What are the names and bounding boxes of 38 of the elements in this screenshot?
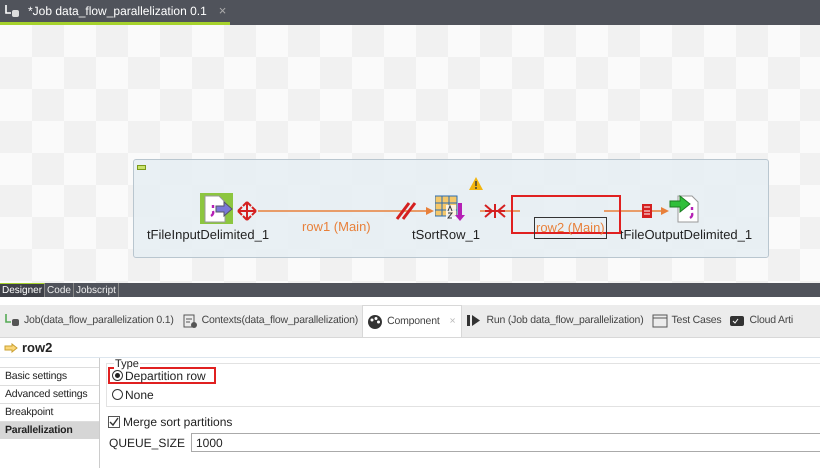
component-label: tFileInputDelimited_1: [146, 226, 270, 244]
job-icon: [4, 4, 20, 18]
warning-icon: [469, 177, 483, 190]
link-line[interactable]: [258, 207, 434, 215]
radio-option[interactable]: None: [108, 386, 158, 403]
view-tab[interactable]: Designer: [0, 283, 46, 297]
group-title: Type: [114, 358, 140, 370]
settings-menu-item[interactable]: Parallelization: [0, 421, 99, 439]
component-tab-icon: [367, 314, 384, 330]
run-tab-icon: [466, 313, 482, 329]
panel-tab[interactable]: Job(data_flow_parallelization 0.1): [0, 305, 178, 337]
partition-slash-icon[interactable]: [395, 201, 417, 221]
queue-size-field[interactable]: 1000: [191, 433, 820, 452]
field-label: QUEUE_SIZE: [109, 434, 186, 452]
panel-tab[interactable]: Contexts(data_flow_parallelization): [178, 305, 362, 337]
component-label: tSortRow_1: [412, 226, 480, 244]
view-tab[interactable]: Code: [45, 283, 74, 297]
panel-tab[interactable]: Component ×: [362, 305, 462, 337]
tests-tab-icon: [652, 313, 668, 329]
arrow-icon: [4, 342, 18, 352]
view-tab[interactable]: Jobscript: [74, 283, 119, 297]
link-line[interactable]: [604, 207, 669, 215]
contexts-tab-icon: [182, 313, 198, 329]
component-title: row2: [22, 338, 52, 357]
file-icon[interactable]: [668, 193, 701, 224]
component-label: tFileOutputDelimited_1: [620, 226, 752, 244]
editor-tab-title[interactable]: *Job data_flow_parallelization 0.1: [28, 2, 207, 20]
distribute-connector-icon[interactable]: [236, 200, 258, 222]
panel-tab[interactable]: Test Cases: [648, 305, 726, 337]
job-tab-icon: [4, 313, 20, 329]
collect-connector-icon[interactable]: [484, 202, 506, 220]
checkbox-label: Merge sort partitions: [123, 414, 232, 431]
cloud-tab-icon: [729, 313, 746, 329]
departition-icon[interactable]: [641, 203, 653, 219]
file-icon[interactable]: [200, 193, 233, 224]
panel-tab[interactable]: Cloud Arti: [725, 305, 797, 337]
checkbox[interactable]: [108, 416, 120, 428]
panel-tab[interactable]: Run (Job data_flow_parallelization): [462, 305, 648, 337]
